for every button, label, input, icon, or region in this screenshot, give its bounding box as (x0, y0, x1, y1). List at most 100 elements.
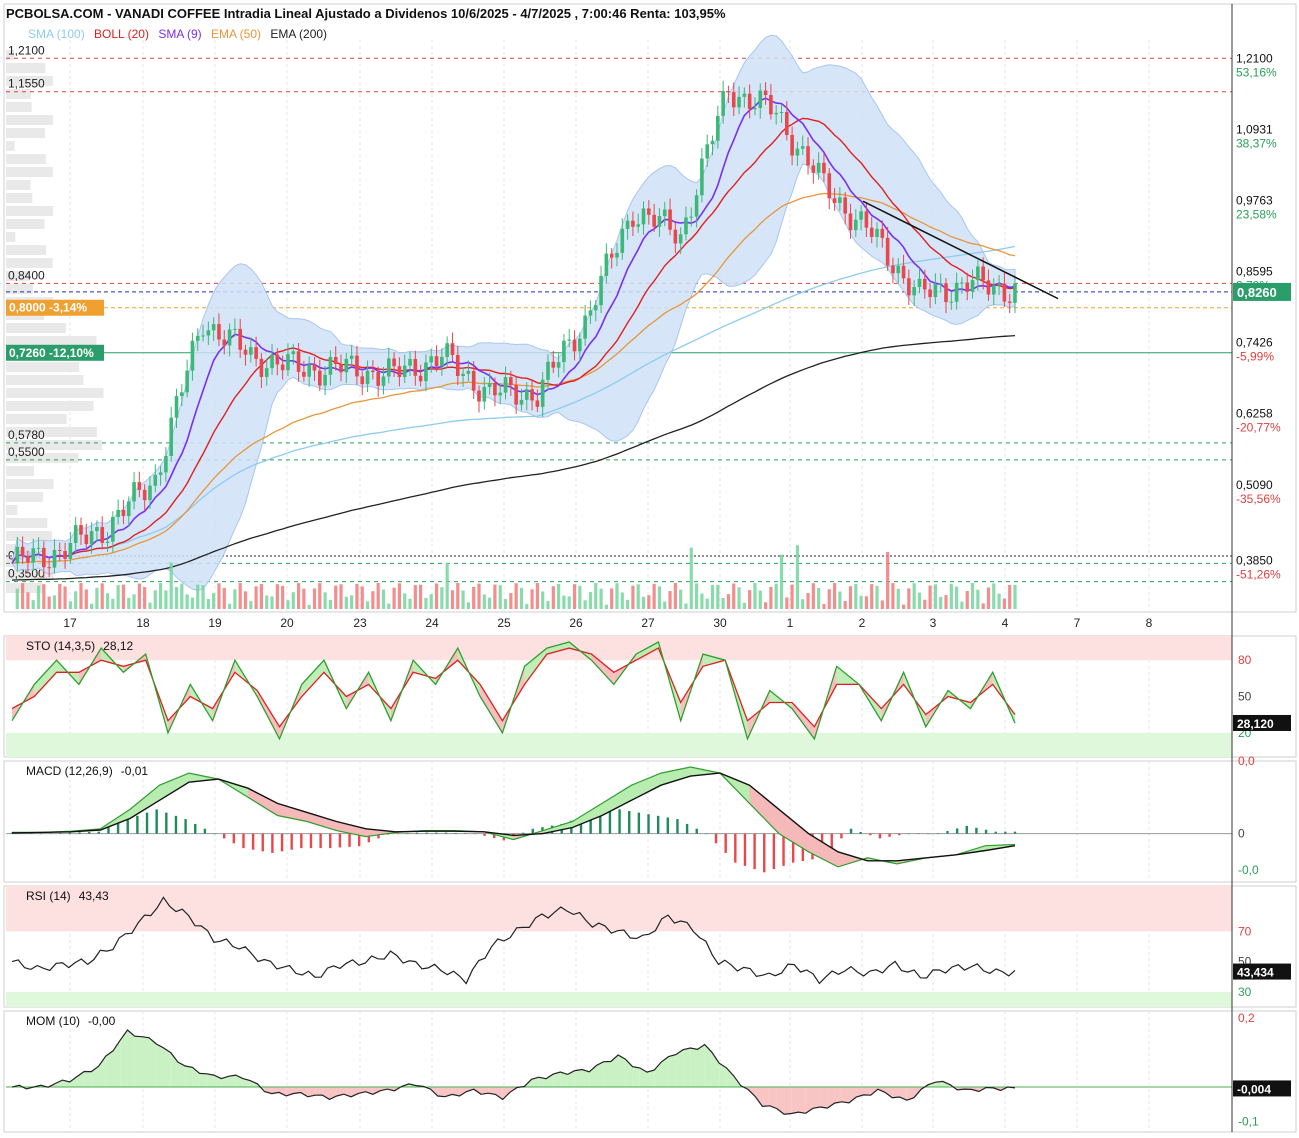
volume-bar (700, 593, 704, 609)
candle-body (169, 417, 174, 456)
macd-hist-bar (309, 833, 313, 849)
candle-body (296, 351, 301, 372)
volume-bar (737, 587, 741, 609)
mom-fill (675, 1049, 684, 1088)
candle-body (907, 278, 911, 296)
macd-hist-bar (666, 817, 670, 834)
candle-body (259, 358, 264, 377)
volume-bar (323, 592, 327, 609)
volume-bar (774, 583, 778, 609)
candle-body (397, 366, 402, 377)
volume-bar (753, 583, 757, 609)
volume-bar (36, 585, 41, 609)
candle-body (721, 91, 725, 116)
candle-body (572, 339, 577, 352)
candle-body (190, 340, 195, 371)
volume-bar (445, 562, 449, 609)
volume-bar (434, 583, 439, 609)
candle-body (912, 287, 916, 296)
mom-fill (668, 1054, 676, 1088)
macd-hist-bar (714, 833, 718, 844)
volume-bar (673, 583, 677, 609)
candle-body (386, 358, 391, 377)
volume-bar (1002, 598, 1006, 609)
macd-hist-bar (647, 814, 650, 834)
pct-tick-label: -51,26% (1236, 567, 1281, 581)
macd-hist-bar (406, 833, 409, 834)
candle-body (747, 93, 752, 110)
candle-body (779, 112, 784, 114)
volume-bar (785, 597, 789, 609)
last-value-label: 28,120 (1237, 717, 1274, 731)
candle-body (36, 547, 41, 549)
mom-fill (127, 1030, 135, 1088)
volume-bar (307, 604, 311, 609)
legend-ema200: EMA (200) (270, 27, 327, 41)
volume-bar (636, 584, 640, 609)
candle-body (137, 482, 142, 490)
volume-bar (190, 597, 195, 609)
candle-body (402, 365, 407, 377)
volume-bar (615, 583, 619, 609)
volume-bar (557, 583, 561, 609)
mom-fill (834, 1087, 842, 1104)
macd-hist-bar (213, 833, 216, 835)
volume-bar (610, 588, 614, 609)
volume-profile-bar (6, 167, 53, 177)
candle-body (376, 372, 380, 386)
candle-body (641, 208, 646, 225)
volume-bar (185, 594, 189, 609)
mom-fill (791, 1087, 799, 1114)
sto-title: STO (14,3,5) 28,12 (26, 639, 133, 653)
volume-bar (1013, 584, 1017, 609)
macd-hist-bar (242, 833, 245, 849)
candle-body (312, 364, 317, 371)
candle-body (174, 396, 179, 418)
volume-profile-bar (6, 505, 18, 515)
volume-profile-bar (6, 141, 15, 151)
volume-bar (477, 583, 481, 609)
candle-body (763, 90, 768, 96)
candle-body (73, 525, 78, 543)
price-tick-label: 1,0931 (1236, 122, 1273, 136)
volume-bar (408, 598, 412, 609)
volume-bar (249, 601, 253, 609)
macd-title: MACD (12,26,9) -0,01 (26, 764, 148, 778)
candle-body (631, 220, 635, 227)
mom-fill (141, 1036, 150, 1088)
macd-hist-bar (454, 832, 457, 834)
volume-bar (74, 591, 78, 609)
macd-hist-bar (1004, 831, 1007, 834)
macd-hist-bar (97, 831, 100, 834)
price-tick-label: 0,5090 (1236, 478, 1273, 492)
price-tick-label: 0,7426 (1236, 336, 1273, 350)
mom-fill (156, 1044, 164, 1088)
level-label: 0,5780 (8, 428, 45, 442)
volume-bar (403, 593, 407, 609)
volume-bar (227, 603, 232, 609)
candle-body (142, 489, 147, 501)
volume-profile-bar (6, 492, 44, 502)
macd-hist-bar (68, 832, 72, 834)
price-tick-label: 0,6258 (1236, 407, 1273, 421)
volume-bar (832, 583, 837, 609)
volume-bar (997, 593, 1001, 609)
mom-fill (84, 1071, 92, 1088)
macd-hist-bar (126, 819, 129, 834)
mom-fill (784, 1087, 792, 1115)
macd-hist-bar (203, 828, 207, 834)
volume-bar (254, 586, 258, 609)
macd-hist-bar (30, 833, 33, 834)
x-tick-label: 26 (569, 616, 583, 630)
volume-bar (371, 591, 375, 609)
volume-bar (965, 590, 969, 609)
candle-body (222, 339, 227, 346)
volume-bar (875, 585, 879, 609)
candle-body (164, 455, 168, 473)
candle-body (95, 527, 99, 532)
pct-tick-label: 53,16% (1236, 65, 1277, 79)
macd-hist-bar (724, 833, 727, 853)
volume-bar (817, 587, 821, 609)
volume-bar (222, 587, 226, 609)
candle-body (519, 399, 524, 405)
